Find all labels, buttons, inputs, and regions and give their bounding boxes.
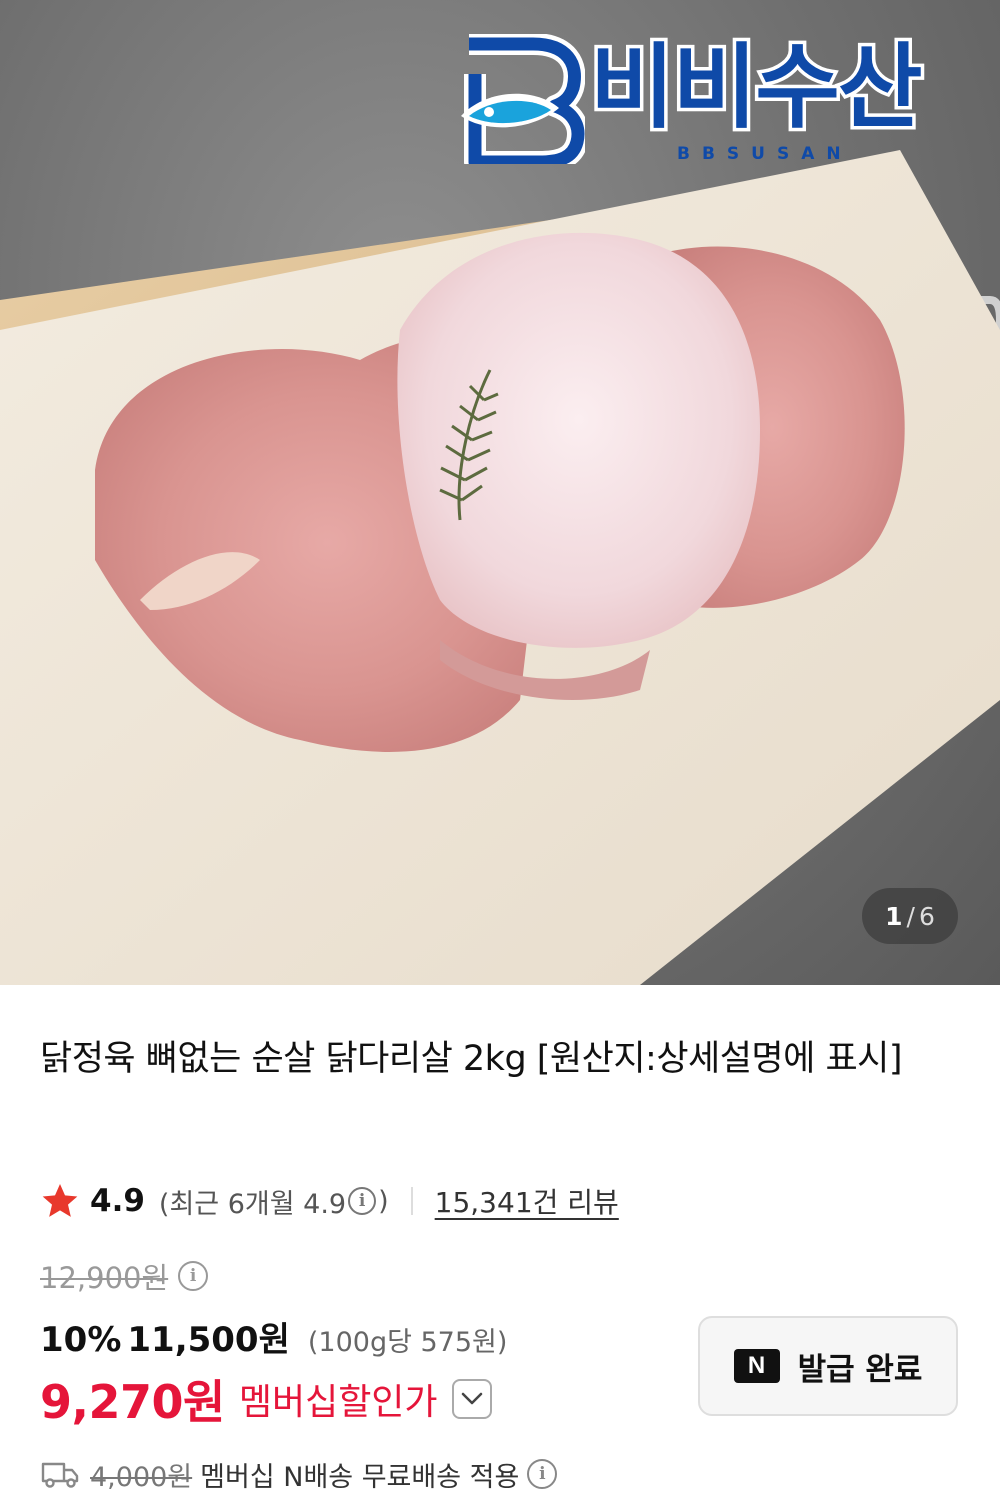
- shipping-benefit-text: 멤버십 N배송 무료배송 적용: [200, 1461, 520, 1493]
- review-count-link[interactable]: 15,341건 리뷰: [435, 1181, 619, 1221]
- pager-separator: /: [906, 901, 915, 931]
- product-image-carousel[interactable]: 비비수산 BBSUSAN 1 / 6: [0, 0, 1000, 985]
- unit-price: (100g당 575원): [307, 1327, 508, 1358]
- product-title: 닭정육 뼈없는 순살 닭다리살 2kg [원산지:상세설명에 표시]: [40, 1039, 903, 1079]
- brand-name-english: BBSUSAN: [677, 144, 853, 164]
- chevron-down-icon: [461, 1392, 482, 1405]
- discount-rate: 10%: [40, 1320, 122, 1360]
- recent-rating-text: (최근 6개월 4.9: [158, 1188, 347, 1220]
- sale-price-row: 10% 11,500원 (100g당 575원): [40, 1312, 507, 1360]
- original-price: 12,900원: [40, 1261, 169, 1295]
- original-price-row: 12,900원 i: [40, 1256, 210, 1296]
- info-icon[interactable]: i: [348, 1187, 377, 1215]
- coupon-label: 발급 완료: [797, 1351, 923, 1388]
- truck-icon: [41, 1462, 79, 1488]
- rating-row: 4.9 (최근 6개월 4.9 i ) 15,341건 리뷰: [40, 1178, 619, 1224]
- naver-n-icon: N: [733, 1349, 780, 1383]
- image-pager: 1 / 6: [862, 888, 958, 944]
- info-icon[interactable]: i: [178, 1261, 209, 1291]
- recent-rating: (최근 6개월 4.9 i ): [159, 1182, 389, 1221]
- rating-score: 4.9: [90, 1183, 145, 1219]
- brand-name-korean: 비비수산: [587, 34, 927, 141]
- coupon-issued-button[interactable]: N 발급 완료: [698, 1316, 958, 1416]
- member-price-row: 9,270원 멤버십할인가: [40, 1368, 492, 1430]
- divider: [410, 1187, 413, 1215]
- pager-total: 6: [918, 901, 935, 931]
- member-price-label: 멤버십할인가: [238, 1382, 438, 1423]
- info-icon[interactable]: i: [527, 1459, 558, 1489]
- recent-rating-close: ): [378, 1185, 389, 1217]
- brand-logo: 비비수산 BBSUSAN: [455, 30, 945, 170]
- star-icon: [42, 1184, 78, 1217]
- member-price: 9,270원: [40, 1375, 225, 1429]
- member-price-dropdown[interactable]: [451, 1379, 492, 1419]
- shipping-row: 4,000원 멤버십 N배송 무료배송 적용 i: [40, 1452, 559, 1496]
- sale-price: 11,500원: [127, 1320, 290, 1360]
- shipping-original-fee: 4,000원: [90, 1461, 193, 1493]
- fish-b-logo-icon: [461, 34, 585, 164]
- pager-current: 1: [885, 901, 903, 931]
